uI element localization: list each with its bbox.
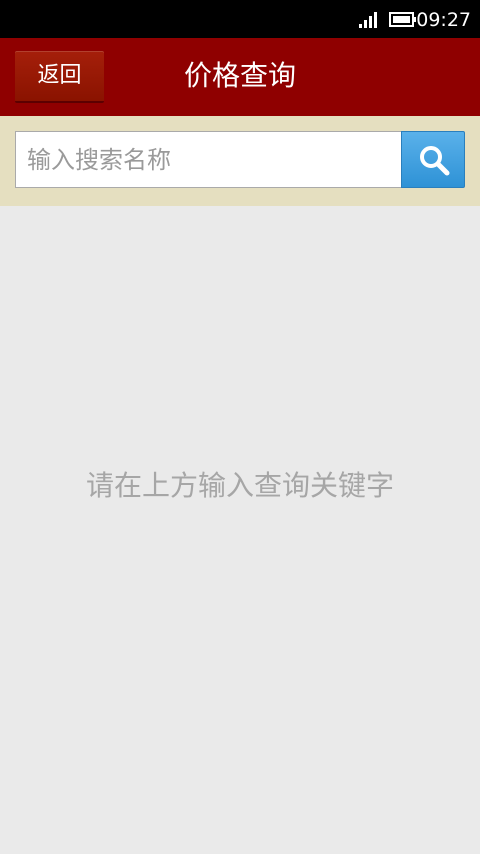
search-bar <box>0 116 480 206</box>
search-button[interactable] <box>401 131 465 188</box>
back-button[interactable]: 返回 <box>15 51 104 103</box>
empty-hint: 请在上方输入查询关键字 <box>85 469 394 502</box>
search-input[interactable] <box>15 131 401 188</box>
page-title: 价格查询 <box>183 59 296 92</box>
signal-icon <box>359 12 377 28</box>
status-time: 09:27 <box>416 9 471 31</box>
app-header: 返回 价格查询 <box>0 38 480 116</box>
battery-icon <box>389 12 416 27</box>
status-bar: 09:27 <box>0 0 480 38</box>
search-icon <box>420 146 450 176</box>
